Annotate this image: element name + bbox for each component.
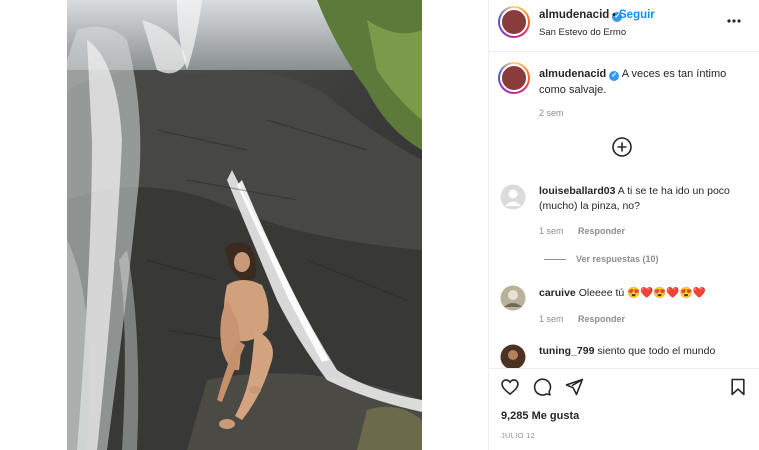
post-header: almudenacid ✓ • Seguir San Estevo do Ermo — [489, 0, 759, 52]
reply-button[interactable]: Responder — [578, 226, 625, 236]
reply-button[interactable]: Responder — [578, 314, 625, 324]
commenter-avatar[interactable] — [500, 285, 526, 311]
like-icon[interactable] — [500, 377, 520, 397]
comment-body: siento que todo el mundo — [597, 345, 716, 357]
comment-meta: 1 sem Responder — [539, 314, 637, 324]
comment-text: louiseballard03 A ti se te ha ido un poc… — [539, 184, 749, 214]
waterfall-photo — [67, 0, 422, 450]
page-background — [0, 0, 67, 450]
post-side-panel: almudenacid ✓ • Seguir San Estevo do Ermo… — [488, 0, 759, 450]
comment-time: 1 sem — [539, 226, 564, 236]
verified-icon: ✓ — [609, 71, 620, 81]
comment-meta: 1 sem Responder — [539, 226, 637, 236]
post-actions: 9,285 Me gusta JULIO 12 — [489, 368, 759, 450]
more-options-icon[interactable] — [726, 13, 742, 29]
save-icon[interactable] — [728, 377, 748, 397]
comment-body: Oleeee tú 😍❤️😍❤️😍❤️ — [578, 287, 706, 299]
view-replies-button[interactable]: Ver respuestas (10) — [544, 254, 659, 264]
post-date: JULIO 12 — [501, 431, 536, 440]
comment-time: 1 sem — [539, 314, 564, 324]
page-gap — [422, 0, 488, 450]
comment-username[interactable]: louiseballard03 — [539, 185, 615, 197]
author-avatar[interactable] — [498, 6, 530, 38]
post-photo[interactable] — [67, 0, 422, 450]
author-username[interactable]: almudenacid ✓ — [539, 9, 623, 22]
comment-icon[interactable] — [532, 377, 552, 397]
comment-text: caruive Oleeee tú 😍❤️😍❤️😍❤️ — [539, 286, 749, 301]
follow-button[interactable]: Seguir — [619, 9, 655, 21]
comment-text: tuning_799 siento que todo el mundo — [539, 344, 749, 359]
comment-username[interactable]: tuning_799 — [539, 345, 594, 357]
caption-time: 2 sem — [539, 108, 564, 118]
commenter-avatar[interactable] — [500, 344, 526, 370]
separator-dot: • — [612, 9, 616, 21]
caption-avatar[interactable] — [498, 62, 530, 94]
post-location[interactable]: San Estevo do Ermo — [539, 27, 626, 38]
comment-username[interactable]: caruive — [539, 287, 576, 299]
caption-text: almudenacid ✓ A veces es tan íntimo como … — [539, 66, 744, 98]
default-avatar-icon[interactable] — [500, 184, 526, 210]
share-icon[interactable] — [564, 377, 584, 397]
likes-count[interactable]: 9,285 Me gusta — [501, 410, 579, 422]
add-comment-icon[interactable] — [611, 136, 633, 158]
caption-username[interactable]: almudenacid — [539, 68, 606, 80]
